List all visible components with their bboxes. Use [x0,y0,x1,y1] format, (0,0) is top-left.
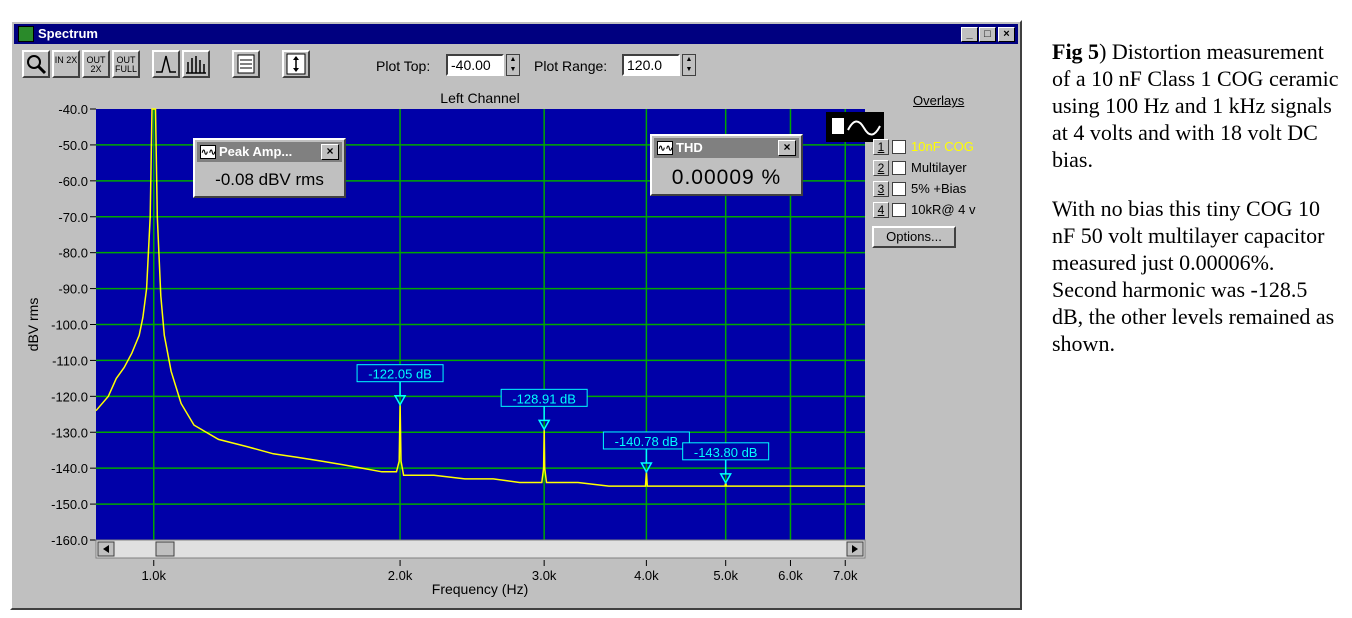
y-tick-label: -90.0 [58,282,88,297]
waveform-icon: ∿∿ [657,141,674,155]
x-axis-label: Frequency (Hz) [432,581,528,597]
y-tick-label: -50.0 [58,138,88,153]
x-tick-label: 7.0k [833,568,858,583]
y-axis-label: dBV rms [25,298,41,352]
chart-title: Left Channel [440,90,519,106]
y-tick-label: -60.0 [58,174,88,189]
caption-paragraph-2: With no bias this tiny COG 10 nF 50 volt… [1052,196,1335,356]
overlay-checkbox[interactable] [892,182,906,196]
y-tick-label: -110.0 [52,353,88,368]
overlay-number-button[interactable]: 3 [873,181,889,197]
x-tick-label: 6.0k [778,568,803,583]
y-tick-label: -140.0 [51,461,88,476]
overlay-number-button[interactable]: 2 [873,160,889,176]
overlay-label: Multilayer [911,160,967,175]
thd-panel[interactable]: ∿∿ THD × 0.00009 % [650,134,803,196]
analyzer-badge-icon [832,118,844,134]
overlay-checkbox[interactable] [892,161,906,175]
overlay-label: 10kR@ 4 v [911,202,976,217]
y-tick-label: -100.0 [51,318,88,333]
marker-label: -140.78 dB [615,434,679,449]
marker-label: -122.05 dB [368,367,432,382]
y-tick-label: -120.0 [51,389,88,404]
thd-panel-title: THD [676,140,703,155]
x-tick-label: 5.0k [713,568,738,583]
overlay-checkbox[interactable] [892,140,906,154]
thd-panel-close-button[interactable]: × [778,140,796,156]
waveform-icon: ∿∿ [200,145,217,159]
horizontal-scrollbar[interactable] [95,539,866,559]
y-tick-label: -80.0 [58,246,88,261]
spectrum-chart: Left Channel -40.0 -50.0 -60.0 -70.0 -80.0 -90… [25,90,884,597]
peak-panel-close-button[interactable]: × [321,144,339,160]
thd-value: 0.00009 % [671,166,782,189]
peak-panel-title: Peak Amp... [219,144,293,159]
fig-label: Fig 5 [1052,39,1100,64]
marker-label: -143.80 dB [694,445,758,460]
y-tick-label: -150.0 [51,497,88,512]
peak-panel-titlebar[interactable]: ∿∿ Peak Amp... × [197,142,342,162]
overlay-label: 10nF COG [911,139,974,154]
x-tick-label: 4.0k [634,568,659,583]
options-button[interactable]: Options... [872,226,956,248]
scroll-thumb[interactable] [155,541,175,557]
overlay-number-button[interactable]: 4 [873,202,889,218]
peak-amplitude-panel[interactable]: ∿∿ Peak Amp... × -0.08 dBV rms [193,138,346,198]
overlay-label: 5% +Bias [911,181,967,196]
overlays-title: Overlays [913,93,965,108]
overlay-number-button[interactable]: 1 [873,139,889,155]
peak-amplitude-value: -0.08 dBV rms [215,170,324,189]
y-tick-label: -160.0 [51,533,88,548]
overlay-checkbox[interactable] [892,203,906,217]
caption-paragraph-1: Fig 5) Distortion measurement of a 10 nF… [1052,38,1342,173]
y-tick-label: -70.0 [58,210,88,225]
x-tick-label: 2.0k [388,568,413,583]
y-tick-label: -40.0 [58,102,88,117]
x-tick-label: 3.0k [532,568,557,583]
x-tick-label: 1.0k [141,568,166,583]
y-tick-label: -130.0 [51,425,88,440]
figure-caption: Fig 5) Distortion measurement of a 10 nF… [1052,38,1342,379]
marker-label: -128.91 dB [512,391,576,406]
thd-panel-titlebar[interactable]: ∿∿ THD × [654,138,799,158]
